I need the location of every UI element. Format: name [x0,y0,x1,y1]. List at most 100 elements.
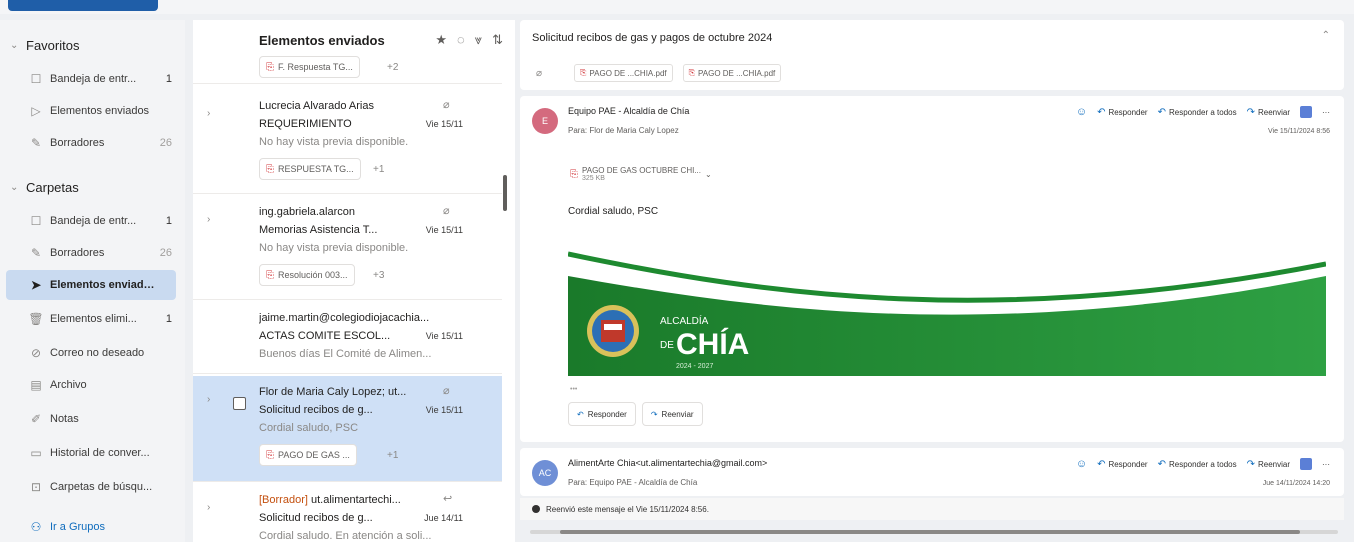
favorite-inbox[interactable]: ☐ Bandeja de entr... 1 [6,64,176,94]
teams-icon[interactable] [1300,106,1312,118]
folder-label: Elementos enviados [50,279,156,291]
reply-label: Responder [1108,459,1148,469]
list-item[interactable]: › Lucrecia Alvarado Arias ⌀ REQUERIMIENT… [193,90,503,194]
expand-icon[interactable]: › [207,394,210,405]
more-options-icon[interactable]: ··· [1322,460,1330,469]
list-item[interactable]: ⎘ F. Respuesta TG... +2 [193,44,503,84]
folder-history[interactable]: ▭ Historial de conver... [6,438,176,468]
reply-label: Responder [587,409,627,419]
new-mail-button[interactable] [8,0,158,11]
attachment-name: PAGO DE ...CHIA.pdf [589,68,667,78]
search-folder-icon: ⊡ [30,480,42,494]
avatar[interactable]: E [532,108,558,134]
send-icon: ➤ [30,278,42,292]
show-trimmed-content[interactable]: ••• [570,386,577,393]
reply-icon: ↶ [1097,458,1106,470]
sender-name: ing.gabriela.alarcon [259,206,356,218]
pdf-icon: ⎘ [266,61,274,73]
scrollbar-thumb[interactable] [503,175,507,211]
attachment-icon: ⌀ [443,205,450,217]
message-card[interactable]: AC AlimentArte Chia<ut.alimentartechia@g… [520,448,1344,496]
pdf-icon: ⎘ [266,449,274,461]
send-icon: ▷ [31,104,41,118]
sender-name: [Borrador] ut.alimentartechi... [259,494,459,506]
more-attachments: +3 [373,270,385,281]
attachment-chip[interactable]: ⎘ F. Respuesta TG... [259,56,360,78]
folder-sent[interactable]: ➤ Elementos enviados [6,270,176,300]
folder-label: Bandeja de entr... [50,215,137,227]
attachment-chip[interactable]: ⎘ Resolución 003... [259,264,355,286]
subject: REQUERIMIENTO [259,118,352,130]
list-item[interactable]: jaime.martin@colegiodiojacachia... ACTAS… [193,302,503,374]
alcaldia-chia-banner: ALCALDÍA DE CHÍA 2024 - 2027 [568,236,1326,376]
folder-search-folders[interactable]: ⊡ Carpetas de búsqu... [6,472,176,502]
attachment-name: F. Respuesta TG... [278,62,353,72]
folders-header[interactable]: ⌄ Carpetas [10,180,79,195]
reply-all-label: Responder a todos [1168,107,1237,117]
quick-forward-button[interactable]: ↷ Reenviar [641,402,703,426]
attachment-icon: ⌀ [443,99,450,111]
chevron-down-icon[interactable]: ⌄ [705,170,712,179]
sender[interactable]: AlimentArte Chia<ut.alimentartechia@gmai… [568,458,767,468]
scrollbar-thumb[interactable] [560,530,1300,534]
attachment-chip[interactable]: ⎘ PAGO DE ...CHIA.pdf [682,64,782,82]
attachment-chip[interactable]: ⎘ PAGO DE GAS OCTUBRE CHI... 325 KB ⌄ [570,162,712,186]
collapse-icon[interactable]: ⌃ [1322,30,1330,41]
groups-icon: ⚇ [30,520,42,534]
message-actions: ☺ ↶ Responder ↶ Responder a todos ↷ Reenvia… [1076,458,1330,470]
attachment-chip[interactable]: ⎘ RESPUESTA TG... [259,158,361,180]
conversation-subject: Solicitud recibos de gas y pagos de octu… [532,32,773,44]
reply-all-label: Responder a todos [1168,459,1237,469]
expand-icon[interactable]: › [207,502,210,513]
forward-label: Reenviar [1257,107,1290,117]
expand-icon[interactable]: › [207,108,210,119]
list-item[interactable]: › ing.gabriela.alarcon ⌀ Memorias Asiste… [193,196,503,300]
more-options-icon[interactable]: ··· [1322,108,1330,117]
attachment-chip[interactable]: ⎘ PAGO DE GAS ... [259,444,357,466]
folder-inbox[interactable]: ☐ Bandeja de entr... 1 [6,206,176,236]
favorite-drafts[interactable]: ✎ Borradores 26 [6,128,176,158]
forward-button[interactable]: ↷ Reenviar [1247,107,1290,118]
date: Vie 15/11 [425,405,463,415]
favorites-header[interactable]: ⌄ Favoritos [10,38,79,53]
draft-tag: [Borrador] [259,494,308,506]
date: Vie 15/11 [425,331,463,341]
preview: Cordial saludo. En atención a soli... [259,530,432,542]
horizontal-scrollbar[interactable] [530,530,1338,534]
folder-junk[interactable]: ⊘ Correo no deseado [6,338,176,368]
folder-deleted[interactable]: 🗑 Elementos elimi... 1 [6,304,176,334]
junk-icon: ⊘ [30,346,42,360]
reaction-icon[interactable]: ☺ [1076,458,1087,470]
avatar[interactable]: AC [532,460,558,486]
inbox-icon: ☐ [30,214,42,228]
forward-button[interactable]: ↷ Reenviar [1247,459,1290,470]
list-item-selected[interactable]: › Flor de Maria Caly Lopez; ut... ⌀ Soli… [193,376,503,482]
favorite-sent[interactable]: ▷ Elementos enviados [6,96,176,126]
list-scrollbar[interactable] [502,60,508,542]
conversation-attachments: ⌀ ⎘ PAGO DE ...CHIA.pdf ⎘ PAGO DE ...CHIA.… [536,64,782,82]
folder-notes[interactable]: ✐ Notas [6,404,176,434]
timestamp: Jue 14/11/2024 14:20 [1262,480,1330,487]
draft-icon: ✎ [30,246,42,260]
reply-icon: ↶ [577,409,584,419]
reaction-icon[interactable]: ☺ [1076,106,1087,118]
teams-icon[interactable] [1300,458,1312,470]
expand-icon[interactable]: › [207,214,210,225]
folder-drafts[interactable]: ✎ Borradores 26 [6,238,176,268]
folders-label: Carpetas [26,180,79,195]
message-actions: ☺ ↶ Responder ↶ Responder a todos ↷ Reenvia… [1076,106,1330,118]
reply-button[interactable]: ↶ Responder [1097,107,1148,118]
reply-button[interactable]: ↶ Responder [1097,459,1148,470]
list-item[interactable]: › [Borrador] ut.alimentartechi... ↩ Soli… [193,484,503,542]
sender[interactable]: Equipo PAE - Alcaldía de Chía [568,106,689,116]
reply-all-button[interactable]: ↶ Responder a todos [1158,107,1237,118]
go-to-groups-link[interactable]: ⚇ Ir a Grupos [6,512,176,542]
attachment-chip[interactable]: ⎘ PAGO DE ...CHIA.pdf [574,64,673,82]
select-checkbox[interactable] [233,397,246,410]
sender-name: Flor de Maria Caly Lopez; ut... [259,386,407,398]
reply-all-button[interactable]: ↶ Responder a todos [1158,459,1237,470]
conversation-header: Solicitud recibos de gas y pagos de octu… [520,20,1344,90]
message-list: Elementos enviados ★ ◌ ⩔ ⇅ ⎘ F. Respuest… [193,20,515,542]
quick-reply-button[interactable]: ↶ Responder [568,402,636,426]
folder-archive[interactable]: ▤ Archivo [6,370,176,400]
